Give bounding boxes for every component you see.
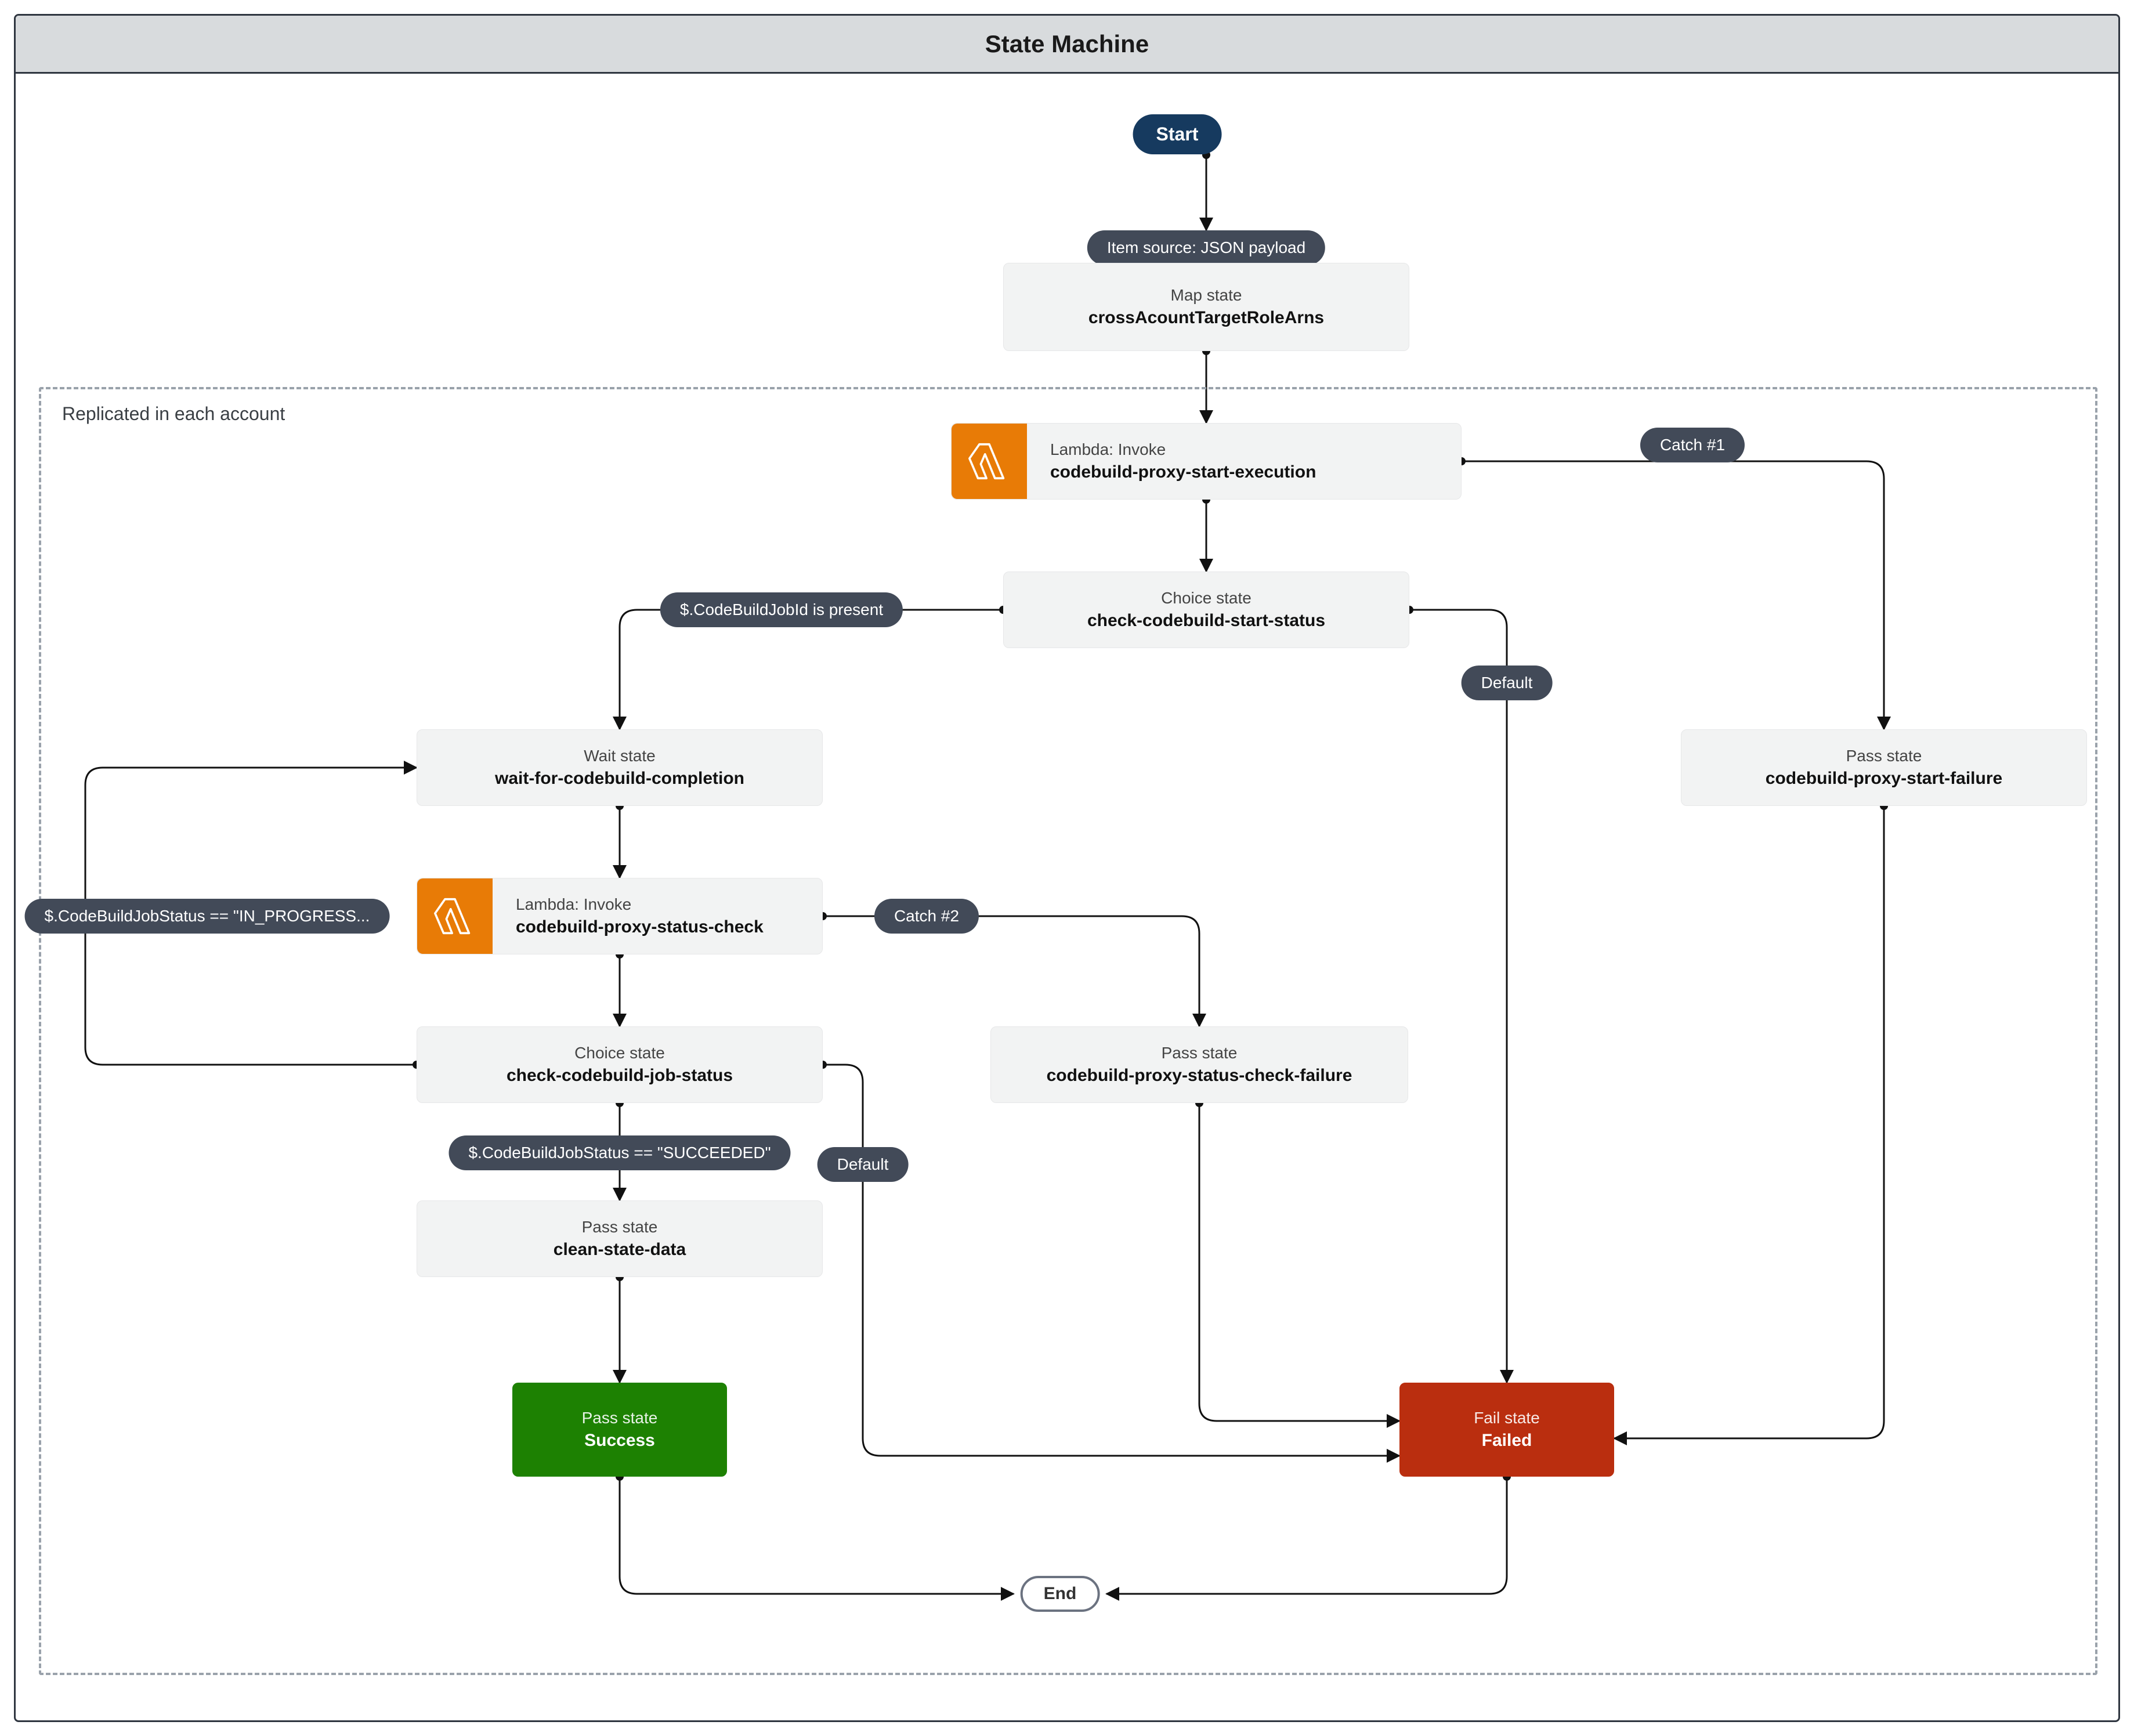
state-status-check-type: Lambda: Invoke bbox=[516, 895, 799, 914]
state-start-exec-type: Lambda: Invoke bbox=[1050, 440, 1438, 459]
state-clean-type: Pass state bbox=[582, 1218, 658, 1236]
default-pill-1-text: Default bbox=[1481, 674, 1533, 692]
state-wait-type: Wait state bbox=[584, 747, 655, 765]
state-check-start-name: check-codebuild-start-status bbox=[1087, 611, 1325, 631]
state-start-exec[interactable]: Lambda: Invoke codebuild-proxy-start-exe… bbox=[951, 423, 1462, 500]
state-start-exec-name: codebuild-proxy-start-execution bbox=[1050, 462, 1438, 482]
state-wait[interactable]: Wait state wait-for-codebuild-completion bbox=[417, 729, 823, 806]
diagram-stage: Replicated in each account Start Item so… bbox=[16, 74, 2118, 1720]
lambda-icon bbox=[417, 878, 493, 954]
state-check-job-name: check-codebuild-job-status bbox=[507, 1066, 733, 1086]
jobid-present-text: $.CodeBuildJobId is present bbox=[680, 601, 883, 619]
state-start-failure-name: codebuild-proxy-start-failure bbox=[1766, 769, 2002, 789]
state-map[interactable]: Map state crossAcountTargetRoleArns bbox=[1003, 263, 1409, 351]
state-clean-name: clean-state-data bbox=[554, 1240, 686, 1260]
catch2-text: Catch #2 bbox=[894, 907, 959, 925]
item-source-pill: Item source: JSON payload bbox=[1087, 230, 1325, 265]
state-check-job-type: Choice state bbox=[574, 1044, 665, 1062]
state-status-check-name: codebuild-proxy-status-check bbox=[516, 917, 799, 937]
succeeded-text: $.CodeBuildJobStatus == "SUCCEEDED" bbox=[468, 1144, 771, 1162]
state-status-failure[interactable]: Pass state codebuild-proxy-status-check-… bbox=[990, 1026, 1408, 1103]
page: State Machine bbox=[0, 0, 2134, 1736]
state-map-name: crossAcountTargetRoleArns bbox=[1088, 308, 1324, 328]
default-pill-2: Default bbox=[818, 1147, 909, 1182]
state-status-failure-name: codebuild-proxy-status-check-failure bbox=[1047, 1066, 1352, 1086]
default-pill-1: Default bbox=[1462, 666, 1553, 700]
state-check-start[interactable]: Choice state check-codebuild-start-statu… bbox=[1003, 572, 1409, 648]
default-pill-2-text: Default bbox=[837, 1155, 889, 1173]
succeeded-pill: $.CodeBuildJobStatus == "SUCCEEDED" bbox=[448, 1135, 790, 1170]
state-success-type: Pass state bbox=[582, 1409, 658, 1427]
state-clean[interactable]: Pass state clean-state-data bbox=[417, 1200, 823, 1277]
lambda-icon bbox=[952, 424, 1027, 499]
state-start-failure-type: Pass state bbox=[1846, 747, 1922, 765]
state-start-failure[interactable]: Pass state codebuild-proxy-start-failure bbox=[1681, 729, 2087, 806]
state-status-check[interactable]: Lambda: Invoke codebuild-proxy-status-ch… bbox=[417, 878, 823, 954]
title-bar: State Machine bbox=[16, 16, 2118, 74]
state-failed-type: Fail state bbox=[1474, 1409, 1540, 1427]
nodes-layer: Replicated in each account Start Item so… bbox=[16, 74, 2118, 1720]
in-progress-text: $.CodeBuildJobStatus == "IN_PROGRESS... bbox=[45, 907, 370, 925]
state-map-type: Map state bbox=[1171, 286, 1242, 305]
state-check-job[interactable]: Choice state check-codebuild-job-status bbox=[417, 1026, 823, 1103]
state-failed[interactable]: Fail state Failed bbox=[1399, 1383, 1614, 1477]
title-text: State Machine bbox=[985, 30, 1149, 58]
replication-group-label: Replicated in each account bbox=[62, 403, 285, 425]
catch1-text: Catch #1 bbox=[1660, 436, 1725, 454]
jobid-present-pill: $.CodeBuildJobId is present bbox=[660, 592, 903, 627]
item-source-text: Item source: JSON payload bbox=[1107, 238, 1305, 256]
state-success[interactable]: Pass state Success bbox=[512, 1383, 727, 1477]
end-label: End bbox=[1044, 1584, 1077, 1603]
state-check-start-type: Choice state bbox=[1161, 589, 1252, 607]
state-success-name: Success bbox=[584, 1431, 655, 1451]
state-status-failure-type: Pass state bbox=[1162, 1044, 1238, 1062]
in-progress-pill: $.CodeBuildJobStatus == "IN_PROGRESS... bbox=[25, 899, 390, 934]
end-node[interactable]: End bbox=[1021, 1576, 1100, 1612]
start-node[interactable]: Start bbox=[1133, 114, 1222, 154]
start-label: Start bbox=[1156, 124, 1199, 144]
diagram-canvas: State Machine bbox=[14, 14, 2120, 1722]
catch1-pill: Catch #1 bbox=[1640, 428, 1745, 462]
state-wait-name: wait-for-codebuild-completion bbox=[495, 769, 744, 789]
state-failed-name: Failed bbox=[1482, 1431, 1532, 1451]
catch2-pill: Catch #2 bbox=[874, 899, 979, 934]
